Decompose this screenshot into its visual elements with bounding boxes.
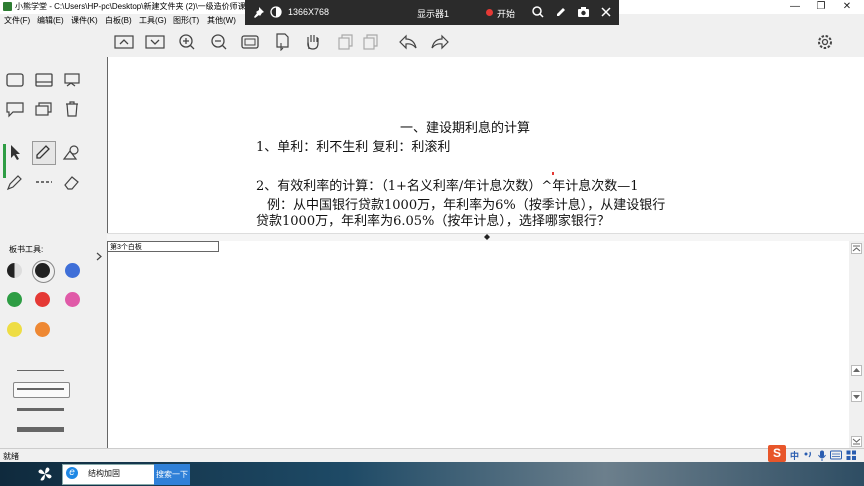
comment-icon[interactable] bbox=[5, 100, 25, 118]
zoom-in-icon[interactable] bbox=[177, 33, 197, 51]
marker-icon[interactable] bbox=[5, 173, 25, 191]
doc-heading: 一、建设期利息的计算 bbox=[400, 121, 531, 136]
menu-file[interactable]: 文件(F) bbox=[4, 15, 30, 26]
scroll-top-icon[interactable] bbox=[851, 243, 862, 254]
screenshot-icon[interactable] bbox=[62, 71, 82, 89]
eraser-icon[interactable] bbox=[62, 173, 82, 191]
record-dot-icon bbox=[486, 9, 493, 16]
collapse-up-icon[interactable] bbox=[114, 33, 134, 51]
redo-icon[interactable] bbox=[430, 33, 450, 51]
status-text: 就绪 bbox=[3, 452, 19, 461]
display-bar: 1366X768 显示器1 开始 bbox=[245, 0, 619, 25]
settings-icon[interactable] bbox=[815, 33, 835, 51]
ime-mode-label[interactable]: 中 bbox=[790, 449, 799, 462]
collapse-down-icon[interactable] bbox=[145, 33, 165, 51]
app-icon bbox=[3, 2, 12, 11]
line-width-thin[interactable] bbox=[17, 370, 64, 371]
color-swatch-green[interactable] bbox=[7, 292, 22, 307]
contrast-icon[interactable] bbox=[270, 6, 282, 18]
scroll-up-icon[interactable] bbox=[851, 365, 862, 376]
scroll-down-icon[interactable] bbox=[851, 391, 862, 402]
pencil-icon[interactable] bbox=[33, 143, 53, 161]
search-button[interactable]: 搜索一下 bbox=[154, 464, 190, 485]
sogou-ime-icon[interactable]: S bbox=[768, 445, 786, 462]
menu-other[interactable]: 其他(W) bbox=[207, 15, 236, 26]
menu-whiteboard[interactable]: 白板(B) bbox=[105, 15, 132, 26]
pen-tools-label: 板书工具: bbox=[9, 245, 44, 254]
zoom-out-icon[interactable] bbox=[209, 33, 229, 51]
menu-edit[interactable]: 编辑(E) bbox=[37, 15, 64, 26]
monitor-label: 显示器1 bbox=[417, 9, 450, 19]
menu-courseware[interactable]: 课件(K) bbox=[71, 15, 98, 26]
whiteboard-label: 第3个白板 bbox=[107, 241, 219, 252]
line-width-thick[interactable] bbox=[17, 408, 64, 411]
maximize-button[interactable]: ❐ bbox=[808, 0, 834, 14]
line-width-extra-thick[interactable] bbox=[17, 427, 64, 432]
line-width-selected-box bbox=[13, 382, 70, 398]
color-swatch-black[interactable] bbox=[35, 263, 50, 278]
pin-icon[interactable] bbox=[253, 7, 264, 18]
minimize-button[interactable]: — bbox=[782, 0, 808, 14]
line-width-medium[interactable] bbox=[17, 388, 64, 390]
layout-bottom-icon[interactable] bbox=[34, 71, 54, 89]
doc-line-4: 贷款1000万，年利率为6.05%（按年计息），选择哪家银行？ bbox=[256, 214, 610, 229]
punctuation-icon[interactable] bbox=[803, 450, 813, 460]
menu-shapes[interactable]: 图形(T) bbox=[173, 15, 199, 26]
search-field-text: 结构加固 bbox=[88, 469, 120, 478]
color-swatch-mixed[interactable] bbox=[7, 263, 22, 278]
undo-icon[interactable] bbox=[398, 33, 418, 51]
taskbar: e 结构加固 搜索一下 bbox=[0, 462, 864, 486]
dashed-line-icon[interactable] bbox=[34, 173, 54, 191]
fit-screen-icon[interactable] bbox=[240, 33, 260, 51]
doc-line-1: 1、单利：利不生利 复利：利滚利 bbox=[256, 140, 451, 155]
color-swatch-orange[interactable] bbox=[35, 322, 50, 337]
resize-handle-icon[interactable] bbox=[484, 234, 490, 240]
ie-browser-icon: e bbox=[66, 467, 78, 479]
grid-menu-icon[interactable] bbox=[846, 450, 857, 461]
scroll-bottom-icon[interactable] bbox=[851, 436, 862, 447]
keyboard-icon[interactable] bbox=[830, 450, 842, 460]
pan-hand-icon[interactable] bbox=[303, 33, 323, 51]
ink-mark bbox=[552, 172, 554, 175]
vertical-scrollbar[interactable] bbox=[849, 241, 864, 448]
pen-icon[interactable] bbox=[555, 6, 567, 18]
window-title: 小熊学堂 - C:\Users\HP-pc\Desktop\新建文件夹 (2)\… bbox=[15, 2, 246, 11]
search-icon[interactable] bbox=[532, 6, 544, 18]
doc-line-2: 2、有效利率的计算：（1+名义利率/年计息次数）^年计息次数—1 bbox=[256, 179, 639, 194]
paste-icon[interactable] bbox=[361, 33, 381, 51]
microphone-icon[interactable] bbox=[817, 450, 827, 461]
page-icon[interactable] bbox=[272, 33, 292, 51]
whiteboard-canvas[interactable] bbox=[107, 241, 850, 448]
status-bar: 就绪 S 中 bbox=[0, 445, 864, 463]
color-swatch-blue[interactable] bbox=[65, 263, 80, 278]
color-swatch-pink[interactable] bbox=[65, 292, 80, 307]
start-logo-icon[interactable] bbox=[38, 467, 52, 481]
trash-icon[interactable] bbox=[62, 100, 82, 118]
copy-icon[interactable] bbox=[335, 33, 355, 51]
resolution-label: 1366X768 bbox=[288, 7, 330, 17]
close-button[interactable]: ✕ bbox=[834, 0, 860, 14]
color-swatch-yellow[interactable] bbox=[7, 322, 22, 337]
pointer-icon[interactable] bbox=[5, 143, 25, 161]
chevron-right-icon[interactable] bbox=[96, 252, 102, 261]
close-icon[interactable] bbox=[600, 6, 612, 18]
shape-tool-icon[interactable] bbox=[62, 143, 82, 161]
menu-tools[interactable]: 工具(G) bbox=[139, 15, 167, 26]
layout-left-icon[interactable] bbox=[5, 71, 25, 89]
color-swatch-red[interactable] bbox=[35, 292, 50, 307]
camera-icon[interactable] bbox=[577, 6, 590, 18]
layers-icon[interactable] bbox=[34, 100, 54, 118]
record-button[interactable]: 开始 bbox=[497, 7, 515, 20]
